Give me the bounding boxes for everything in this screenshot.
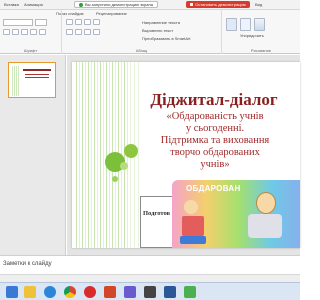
- ribbon-group-drawing-label: Рисование: [250, 48, 272, 53]
- numbering-icon[interactable]: [75, 19, 82, 25]
- thumbnail-text-line: [25, 74, 49, 75]
- ribbon-group-drawing: Упорядочить Рисование: [222, 10, 300, 54]
- opera-icon[interactable]: [84, 286, 96, 298]
- presentation-notice: Вы запустили демонстрацию экрана: [74, 1, 158, 8]
- font-color-icon[interactable]: [39, 29, 46, 35]
- subtitle-line: учнів»: [200, 159, 230, 170]
- notes-placeholder: Заметки к слайду: [3, 261, 52, 267]
- subtitle-line: творчо обдарованих: [170, 147, 260, 158]
- slide-subtitle[interactable]: «Обдарованість учнів у сьогоденні. Підтр…: [132, 111, 298, 171]
- chrome-icon[interactable]: [64, 286, 76, 298]
- arrange-icon[interactable]: [240, 18, 251, 31]
- taskbar: [0, 282, 300, 300]
- tab-insert[interactable]: Вставка: [4, 2, 19, 7]
- small-child-head-icon: [184, 200, 198, 214]
- media-icon[interactable]: [144, 286, 156, 298]
- signature-text: Подготов: [143, 210, 171, 217]
- stop-presentation-label: Остановить демонстрацию: [195, 2, 246, 7]
- stop-icon: [190, 3, 194, 6]
- child-head-icon: [256, 192, 276, 214]
- tab-view[interactable]: Вид: [255, 2, 262, 7]
- child-body-icon: [248, 214, 282, 238]
- font-size-select[interactable]: [35, 19, 47, 26]
- decorative-circle: [120, 162, 128, 170]
- italic-icon[interactable]: [12, 29, 19, 35]
- gifted-children-illustration[interactable]: ОБДАРОВАН: [172, 180, 300, 248]
- slide-editing-area: Діджитал-діалог «Обдарованість учнів у с…: [67, 55, 300, 255]
- slide-thumbnail-1[interactable]: [8, 62, 56, 98]
- bold-icon[interactable]: [3, 29, 10, 35]
- slide-title[interactable]: Діджитал-діалог: [128, 90, 300, 110]
- slide-thumbnail-pane: [0, 55, 66, 255]
- thumbnail-title-bar: [23, 69, 51, 71]
- convert-smartart-command[interactable]: Преобразовать в SmartArt: [142, 36, 191, 41]
- ribbon-group-paragraph: Направление текста Выровнять текст Преоб…: [62, 10, 222, 54]
- stop-presentation-button[interactable]: Остановить демонстрацию: [186, 1, 250, 8]
- status-dot-icon: [79, 2, 83, 7]
- start-icon[interactable]: [6, 286, 18, 298]
- app-icon[interactable]: [184, 286, 196, 298]
- slide[interactable]: Діджитал-діалог «Обдарованість учнів у с…: [72, 62, 300, 248]
- word-icon[interactable]: [164, 286, 176, 298]
- tab-animation[interactable]: Анимация: [24, 2, 43, 7]
- music-icon[interactable]: [124, 286, 136, 298]
- underline-icon[interactable]: [21, 29, 28, 35]
- thumbnail-stripes: [12, 66, 20, 96]
- status-bar: [0, 274, 300, 282]
- increase-indent-icon[interactable]: [93, 19, 100, 25]
- font-name-select[interactable]: [3, 19, 33, 26]
- ribbon-group-paragraph-label: Абзац: [135, 48, 148, 53]
- illustration-caption: ОБДАРОВАН: [186, 184, 241, 193]
- presentation-notice-text: Вы запустили демонстрацию экрана: [85, 2, 153, 7]
- align-right-icon[interactable]: [84, 29, 91, 35]
- decorative-circle: [112, 176, 118, 182]
- notes-pane[interactable]: Заметки к слайду: [0, 255, 300, 274]
- subtitle-line: Підтримка та виховання: [160, 135, 270, 146]
- subtitle-line: «Обдарованість учнів: [166, 111, 264, 122]
- text-direction-command[interactable]: Направление текста: [142, 20, 180, 25]
- justify-icon[interactable]: [93, 29, 100, 35]
- book-icon: [180, 236, 206, 244]
- decrease-indent-icon[interactable]: [84, 19, 91, 25]
- subtitle-line: у сьогоденні.: [185, 123, 245, 134]
- thumbnail-text-line: [25, 77, 49, 78]
- ribbon-group-font-label: Шрифт: [23, 48, 38, 53]
- align-center-icon[interactable]: [75, 29, 82, 35]
- book-stack-icon: [182, 216, 204, 236]
- ribbon: Показ слайдов Рецензирование Шрифт Напра…: [0, 10, 300, 54]
- arrange-command[interactable]: Упорядочить: [240, 33, 264, 38]
- quick-styles-icon[interactable]: [254, 18, 265, 31]
- shapes-icon[interactable]: [226, 18, 237, 31]
- bullets-icon[interactable]: [66, 19, 73, 25]
- file-explorer-icon[interactable]: [24, 286, 36, 298]
- ribbon-group-font: Шрифт: [0, 10, 62, 54]
- align-left-icon[interactable]: [66, 29, 73, 35]
- align-text-command[interactable]: Выровнять текст: [142, 28, 173, 33]
- edge-icon[interactable]: [44, 286, 56, 298]
- powerpoint-icon[interactable]: [104, 286, 116, 298]
- strikethrough-icon[interactable]: [30, 29, 37, 35]
- ribbon-tab-bar: Вставка Анимация Вид Вы запустили демонс…: [0, 0, 300, 10]
